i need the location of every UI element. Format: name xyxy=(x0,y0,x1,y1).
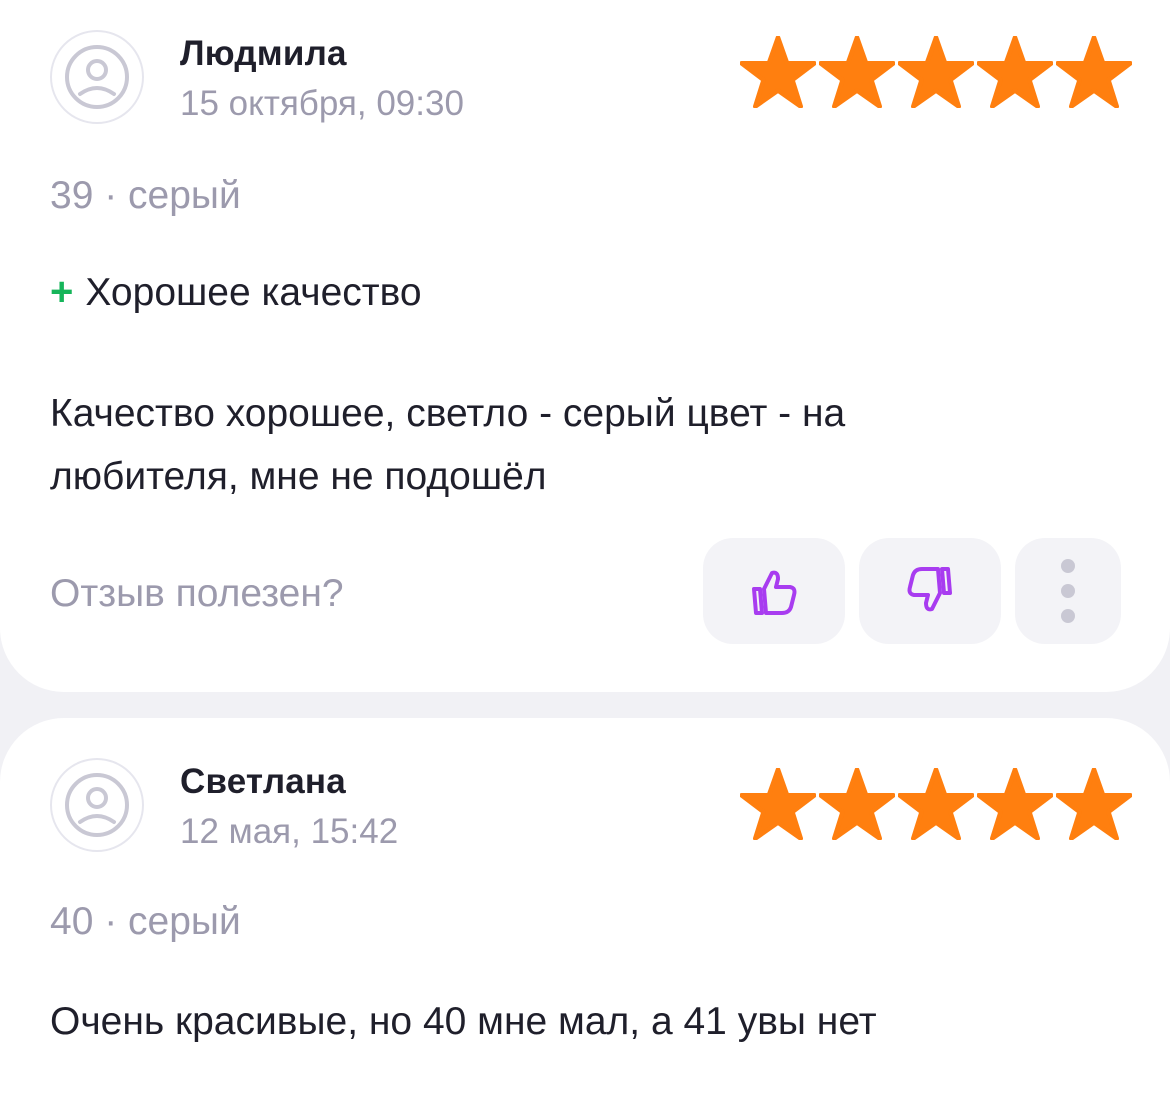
review-text-line: Качество хорошее, светло - серый цвет - … xyxy=(50,392,846,435)
sad-face-icon xyxy=(65,773,129,837)
review-text: Качество хорошее, светло - серый цвет - … xyxy=(50,382,1050,508)
star-icon xyxy=(740,768,816,840)
review-text-line: Очень красивые, но 40 мне мал, а 41 увы … xyxy=(50,1000,877,1043)
star-icon xyxy=(819,36,895,108)
like-button[interactable] xyxy=(703,538,845,644)
more-vertical-icon xyxy=(1061,559,1075,623)
thumbs-up-icon xyxy=(752,570,797,615)
review-date: 12 мая, 15:42 xyxy=(180,812,399,851)
review-variant: 40 · серый xyxy=(50,900,241,943)
review-card: Светлана 12 мая, 15:42 40 · серый Очень … xyxy=(0,718,1170,1118)
star-icon xyxy=(1056,36,1132,108)
star-icon xyxy=(740,36,816,108)
review-card: Людмила 15 октября, 09:30 39 · серый + Х… xyxy=(0,0,1170,692)
review-text-line: любителя, мне не подошёл xyxy=(50,455,547,498)
star-icon xyxy=(898,36,974,108)
review-text: Очень красивые, но 40 мне мал, а 41 увы … xyxy=(50,990,1050,1053)
star-icon xyxy=(898,768,974,840)
review-pros: + Хорошее качество xyxy=(50,270,422,315)
helpful-question: Отзыв полезен? xyxy=(50,572,344,615)
avatar xyxy=(50,758,144,852)
review-date: 15 октября, 09:30 xyxy=(180,84,464,123)
rating-stars xyxy=(740,36,1132,108)
rating-stars xyxy=(740,768,1132,840)
plus-icon: + xyxy=(50,270,74,314)
avatar xyxy=(50,30,144,124)
review-variant: 39 · серый xyxy=(50,174,241,217)
star-icon xyxy=(819,768,895,840)
review-author: Светлана xyxy=(180,762,346,801)
review-author: Людмила xyxy=(180,34,347,73)
star-icon xyxy=(1056,768,1132,840)
star-icon xyxy=(977,36,1053,108)
sad-face-icon xyxy=(65,45,129,109)
star-icon xyxy=(977,768,1053,840)
thumbs-down-icon xyxy=(907,567,952,612)
more-button[interactable] xyxy=(1015,538,1121,644)
pros-text: Хорошее качество xyxy=(85,270,422,314)
dislike-button[interactable] xyxy=(859,538,1001,644)
